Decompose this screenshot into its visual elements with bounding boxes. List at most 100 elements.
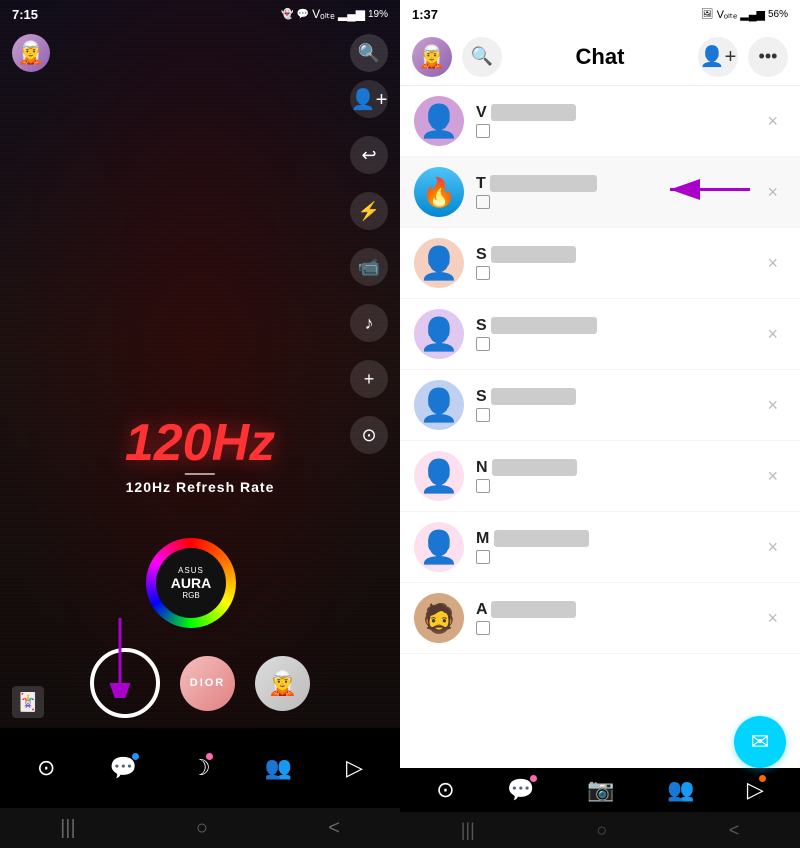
blurred-name-t: ██████████ xyxy=(490,175,596,192)
left-avatar[interactable]: 🧝 xyxy=(12,34,50,72)
chat-item-s1[interactable]: 👤 S ████████ × xyxy=(400,228,800,299)
discover-icon[interactable]: ▷ xyxy=(346,755,363,781)
spotlight-icon[interactable]: ☽ xyxy=(191,755,211,781)
chat-name-m: M █████████ xyxy=(476,530,759,548)
blurred-name-v: ████████ xyxy=(491,104,576,121)
music-button[interactable]: ♪ xyxy=(350,304,388,342)
chat-preview-v xyxy=(476,124,759,138)
chat-item-s2[interactable]: 👤 S ██████████ × xyxy=(400,299,800,370)
map-icon-right[interactable]: ⊙ xyxy=(436,777,454,803)
blurred-name-a: ████████ xyxy=(491,601,576,618)
lens-button[interactable]: ⊙ xyxy=(350,416,388,454)
music-icon: ♪ xyxy=(365,313,374,334)
add-friend-right-button[interactable]: 👤+ xyxy=(698,37,738,77)
bitmoji-item[interactable]: 🧝 xyxy=(255,656,310,711)
close-button-s2[interactable]: × xyxy=(759,320,786,349)
left-status-bar: 7:15 👻 💬 Vₒₗₜₑ ▂▄▆ 19% xyxy=(0,0,400,28)
chat-item-t[interactable]: 🔥 T ██████████ × xyxy=(400,157,800,228)
person-silhouette-m: 👤 xyxy=(419,528,459,566)
right-bottom-bar: ⊙ 💬 📷 👥 ▷ ||| ○ < xyxy=(400,768,800,848)
rotate-icon: ↩ xyxy=(361,145,376,166)
preview-icon-s2 xyxy=(476,337,490,351)
purple-arrow-svg xyxy=(100,618,160,698)
left-search-button[interactable]: 🔍 xyxy=(350,34,388,72)
chat-info-m: M █████████ xyxy=(464,530,759,564)
map-icon[interactable]: ⊙ xyxy=(37,755,55,781)
chat-name-v: V ████████ xyxy=(476,104,759,122)
right-nav-bar: ||| ○ < xyxy=(400,812,800,848)
whatsapp-icon: 💬 xyxy=(297,9,309,20)
search-icon: 🔍 xyxy=(471,46,493,67)
preview-icon-s1 xyxy=(476,266,490,280)
chat-info-a: A ████████ xyxy=(464,601,759,635)
hz-text: 120Hz xyxy=(125,413,275,473)
blurred-name-n: ████████ xyxy=(492,459,577,476)
aura-brand: ASUS xyxy=(178,566,204,575)
friends-icon-right[interactable]: 👥 xyxy=(667,777,694,803)
chat-icon-right[interactable]: 💬 xyxy=(507,777,534,803)
chat-preview-s1 xyxy=(476,266,759,280)
left-top-bar: 🧝 🔍 xyxy=(0,28,400,78)
close-button-n[interactable]: × xyxy=(759,462,786,491)
aura-rgb: RGB xyxy=(182,591,199,600)
preview-icon-v xyxy=(476,124,490,138)
chat-preview-s2 xyxy=(476,337,759,351)
pink-dot-right xyxy=(530,775,537,782)
discover-icon-right[interactable]: ▷ xyxy=(747,777,764,803)
close-button-v[interactable]: × xyxy=(759,107,786,136)
back-right[interactable]: < xyxy=(729,820,740,841)
friends-icon[interactable]: 👥 xyxy=(265,755,292,781)
search-button-right[interactable]: 🔍 xyxy=(462,37,502,77)
chat-preview-t xyxy=(476,195,759,209)
chat-info-s2: S ██████████ xyxy=(464,317,759,351)
camera-icon-right[interactable]: 📷 xyxy=(587,777,614,803)
blurred-name-s2: ██████████ xyxy=(491,317,597,334)
dior-item[interactable]: DIOR xyxy=(180,656,235,711)
video-button[interactable]: 📹 xyxy=(350,248,388,286)
blue-dot xyxy=(132,753,139,760)
left-bottom-icons: ⊙ 💬 ☽ 👥 ▷ xyxy=(0,728,400,808)
left-arrow-annotation xyxy=(100,618,160,703)
people-icon: 👥 xyxy=(265,755,292,781)
home-right[interactable]: ○ xyxy=(596,820,607,841)
flash-icon: ⚡ xyxy=(358,201,380,222)
close-button-s1[interactable]: × xyxy=(759,249,786,278)
chat-info-n: N ████████ xyxy=(464,459,759,493)
close-button-t[interactable]: × xyxy=(759,178,786,207)
recent-apps-right[interactable]: ||| xyxy=(461,820,475,841)
close-button-s3[interactable]: × xyxy=(759,391,786,420)
back-button[interactable]: < xyxy=(328,817,340,840)
chat-item-m[interactable]: 👤 M █████████ × xyxy=(400,512,800,583)
lens-icon: ⊙ xyxy=(361,425,376,446)
aura-ring: ASUS AURA RGB xyxy=(146,538,236,628)
add-friend-left-button[interactable]: 👤+ xyxy=(350,80,388,118)
right-bottom-icons: ⊙ 💬 📷 👥 ▷ xyxy=(400,768,800,812)
chat-preview-n xyxy=(476,479,759,493)
flash-button[interactable]: ⚡ xyxy=(350,192,388,230)
float-action-button[interactable]: ✉ xyxy=(734,716,786,768)
hz-display: 120Hz 120Hz Refresh Rate xyxy=(125,353,275,495)
avatar-a: 🧔 xyxy=(414,593,464,643)
chat-icon-left[interactable]: 💬 xyxy=(109,755,136,781)
chat-info-t: T ██████████ xyxy=(464,175,759,209)
right-status-icons: 🖼 Vₒₗₜₑ ▂▄▆ 56% xyxy=(701,8,788,21)
chat-preview-a xyxy=(476,621,759,635)
right-avatar[interactable]: 🧝 xyxy=(412,37,452,77)
rotate-button[interactable]: ↩ xyxy=(350,136,388,174)
more-options-button[interactable]: ••• xyxy=(748,37,788,77)
right-time: 1:37 xyxy=(412,7,438,22)
chat-item-s3[interactable]: 👤 S ████████ × xyxy=(400,370,800,441)
chat-item-a[interactable]: 🧔 A ████████ × xyxy=(400,583,800,654)
blurred-name-s3: ████████ xyxy=(491,388,576,405)
close-button-m[interactable]: × xyxy=(759,533,786,562)
play-icon: ▷ xyxy=(346,755,363,781)
preview-icon-t xyxy=(476,195,490,209)
chat-item-n[interactable]: 👤 N ████████ × xyxy=(400,441,800,512)
recent-apps-button[interactable]: ||| xyxy=(60,817,76,840)
close-button-a[interactable]: × xyxy=(759,604,786,633)
plus-button[interactable]: + xyxy=(350,360,388,398)
chat-item-v[interactable]: 👤 V ████████ × xyxy=(400,86,800,157)
left-nav-bar: ||| ○ < xyxy=(0,808,400,848)
home-button[interactable]: ○ xyxy=(196,817,208,840)
aura-text: AURA xyxy=(171,575,211,591)
